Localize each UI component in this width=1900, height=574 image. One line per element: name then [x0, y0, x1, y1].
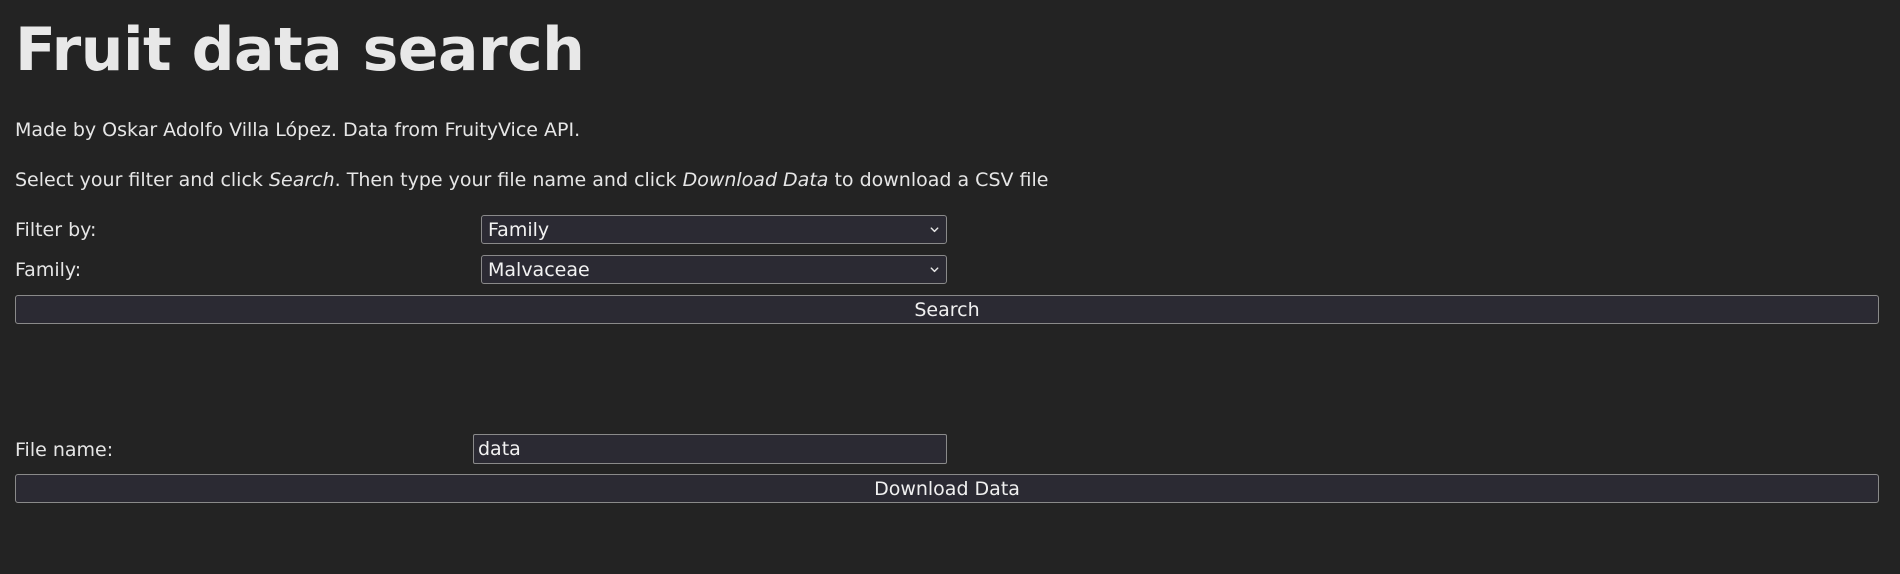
family-select[interactable]: Malvaceae — [481, 255, 947, 284]
instructions-search-emphasis: Search — [268, 169, 335, 191]
search-button[interactable]: Search — [15, 295, 1879, 324]
instructions-part-2: . Then type your file name and click — [334, 169, 683, 191]
family-label: Family: — [15, 259, 82, 281]
chevron-down-icon — [930, 267, 939, 273]
filter-by-selected-value: Family — [488, 219, 550, 241]
page-title: Fruit data search — [15, 15, 585, 85]
file-name-input[interactable] — [473, 434, 947, 464]
instructions-part-1: Select your filter and click — [15, 169, 269, 191]
filter-by-select[interactable]: Family — [481, 215, 947, 244]
filter-by-label: Filter by: — [15, 219, 97, 241]
instructions-text: Select your filter and click Search. The… — [15, 168, 1048, 192]
chevron-down-icon — [930, 227, 939, 233]
instructions-download-emphasis: Download Data — [682, 169, 829, 191]
family-selected-value: Malvaceae — [488, 259, 590, 281]
file-name-label: File name: — [15, 439, 114, 461]
fruit-search-page: Fruit data search Made by Oskar Adolfo V… — [0, 0, 1900, 574]
credits-text: Made by Oskar Adolfo Villa López. Data f… — [15, 119, 581, 141]
instructions-part-3: to download a CSV file — [828, 169, 1049, 191]
download-data-button[interactable]: Download Data — [15, 474, 1879, 503]
